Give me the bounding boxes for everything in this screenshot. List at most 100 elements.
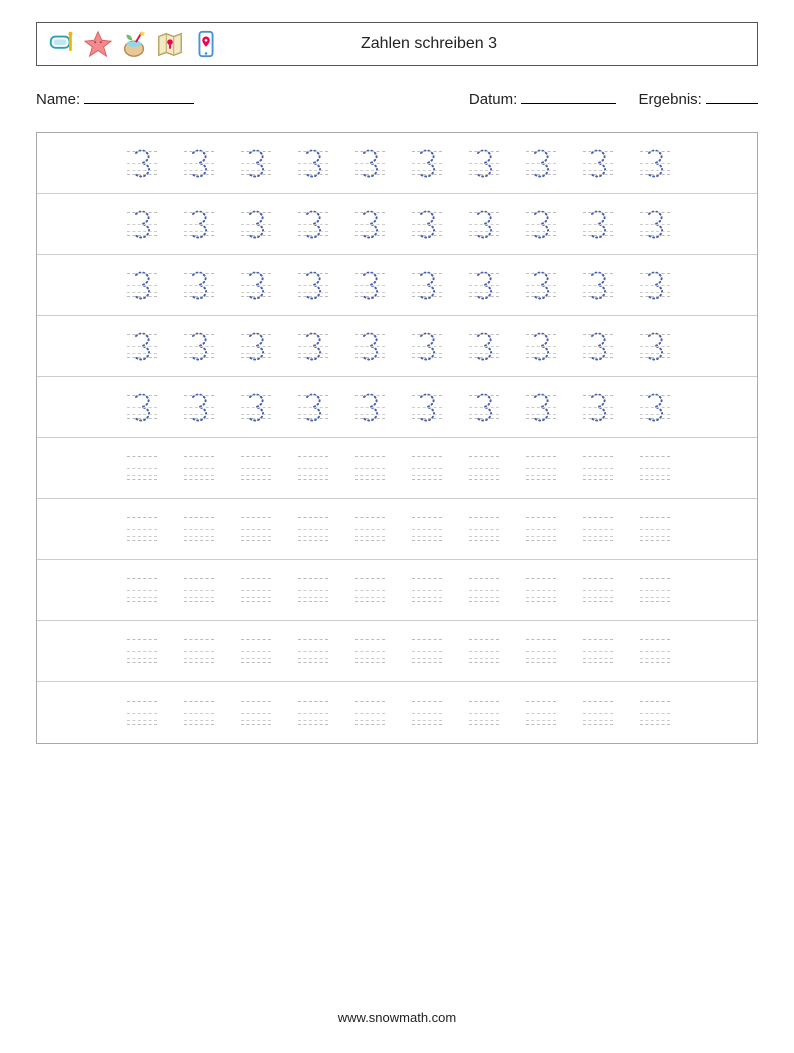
practice-cell[interactable] — [526, 328, 556, 364]
date-blank[interactable] — [521, 90, 616, 104]
practice-cell[interactable] — [241, 328, 271, 364]
practice-cell[interactable] — [526, 572, 556, 608]
practice-cell[interactable] — [127, 633, 157, 669]
practice-cell[interactable] — [583, 695, 613, 731]
practice-cell[interactable] — [640, 511, 670, 547]
practice-cell[interactable] — [469, 267, 499, 303]
practice-cell[interactable] — [184, 695, 214, 731]
practice-cell[interactable] — [355, 572, 385, 608]
practice-cell[interactable] — [184, 145, 214, 181]
practice-cell[interactable] — [298, 633, 328, 669]
practice-cell[interactable] — [583, 450, 613, 486]
practice-cell[interactable] — [241, 206, 271, 242]
name-blank[interactable] — [84, 90, 194, 104]
practice-cell[interactable] — [184, 633, 214, 669]
practice-cell[interactable] — [583, 267, 613, 303]
practice-cell[interactable] — [583, 145, 613, 181]
practice-cell[interactable] — [355, 633, 385, 669]
practice-cell[interactable] — [184, 572, 214, 608]
practice-cell[interactable] — [640, 633, 670, 669]
practice-cell[interactable] — [184, 511, 214, 547]
practice-cell[interactable] — [241, 450, 271, 486]
practice-cell[interactable] — [526, 389, 556, 425]
practice-cell[interactable] — [469, 389, 499, 425]
practice-cell[interactable] — [298, 450, 328, 486]
practice-cell[interactable] — [184, 328, 214, 364]
practice-cell[interactable] — [583, 511, 613, 547]
practice-cell[interactable] — [298, 328, 328, 364]
practice-cell[interactable] — [298, 145, 328, 181]
practice-cell[interactable] — [526, 511, 556, 547]
practice-cell[interactable] — [640, 145, 670, 181]
practice-cell[interactable] — [184, 206, 214, 242]
practice-cell[interactable] — [583, 206, 613, 242]
practice-cell[interactable] — [640, 267, 670, 303]
practice-cell[interactable] — [241, 572, 271, 608]
practice-cell[interactable] — [469, 695, 499, 731]
practice-cell[interactable] — [469, 328, 499, 364]
practice-cell[interactable] — [355, 267, 385, 303]
practice-cell[interactable] — [469, 206, 499, 242]
practice-cell[interactable] — [355, 206, 385, 242]
practice-cell[interactable] — [355, 145, 385, 181]
result-blank[interactable] — [706, 90, 758, 104]
practice-cell[interactable] — [412, 267, 442, 303]
practice-cell[interactable] — [412, 145, 442, 181]
practice-cell[interactable] — [526, 206, 556, 242]
practice-cell[interactable] — [127, 267, 157, 303]
practice-cell[interactable] — [412, 572, 442, 608]
practice-cell[interactable] — [241, 633, 271, 669]
practice-cell[interactable] — [355, 511, 385, 547]
practice-cell[interactable] — [184, 267, 214, 303]
practice-cell[interactable] — [298, 511, 328, 547]
practice-cell[interactable] — [355, 695, 385, 731]
practice-cell[interactable] — [412, 695, 442, 731]
practice-cell[interactable] — [412, 389, 442, 425]
practice-cell[interactable] — [412, 450, 442, 486]
practice-cell[interactable] — [127, 328, 157, 364]
practice-cell[interactable] — [241, 511, 271, 547]
practice-cell[interactable] — [241, 267, 271, 303]
practice-cell[interactable] — [526, 267, 556, 303]
practice-cell[interactable] — [241, 145, 271, 181]
practice-cell[interactable] — [526, 145, 556, 181]
practice-cell[interactable] — [298, 389, 328, 425]
practice-cell[interactable] — [526, 633, 556, 669]
practice-cell[interactable] — [184, 389, 214, 425]
practice-cell[interactable] — [640, 695, 670, 731]
practice-cell[interactable] — [583, 328, 613, 364]
practice-cell[interactable] — [241, 389, 271, 425]
practice-cell[interactable] — [298, 572, 328, 608]
practice-cell[interactable] — [127, 695, 157, 731]
practice-cell[interactable] — [298, 695, 328, 731]
practice-cell[interactable] — [127, 511, 157, 547]
practice-cell[interactable] — [412, 511, 442, 547]
practice-cell[interactable] — [640, 389, 670, 425]
practice-cell[interactable] — [526, 450, 556, 486]
practice-cell[interactable] — [640, 450, 670, 486]
practice-cell[interactable] — [469, 633, 499, 669]
practice-cell[interactable] — [241, 695, 271, 731]
practice-cell[interactable] — [127, 206, 157, 242]
practice-cell[interactable] — [127, 572, 157, 608]
practice-cell[interactable] — [583, 389, 613, 425]
practice-cell[interactable] — [412, 206, 442, 242]
practice-cell[interactable] — [184, 450, 214, 486]
practice-cell[interactable] — [355, 450, 385, 486]
practice-cell[interactable] — [127, 145, 157, 181]
practice-cell[interactable] — [127, 450, 157, 486]
practice-cell[interactable] — [412, 633, 442, 669]
practice-cell[interactable] — [640, 328, 670, 364]
practice-cell[interactable] — [298, 206, 328, 242]
practice-cell[interactable] — [583, 633, 613, 669]
practice-cell[interactable] — [412, 328, 442, 364]
practice-cell[interactable] — [469, 572, 499, 608]
practice-cell[interactable] — [298, 267, 328, 303]
practice-cell[interactable] — [469, 511, 499, 547]
practice-cell[interactable] — [640, 206, 670, 242]
practice-cell[interactable] — [355, 389, 385, 425]
practice-cell[interactable] — [469, 145, 499, 181]
practice-cell[interactable] — [355, 328, 385, 364]
practice-cell[interactable] — [640, 572, 670, 608]
practice-cell[interactable] — [127, 389, 157, 425]
